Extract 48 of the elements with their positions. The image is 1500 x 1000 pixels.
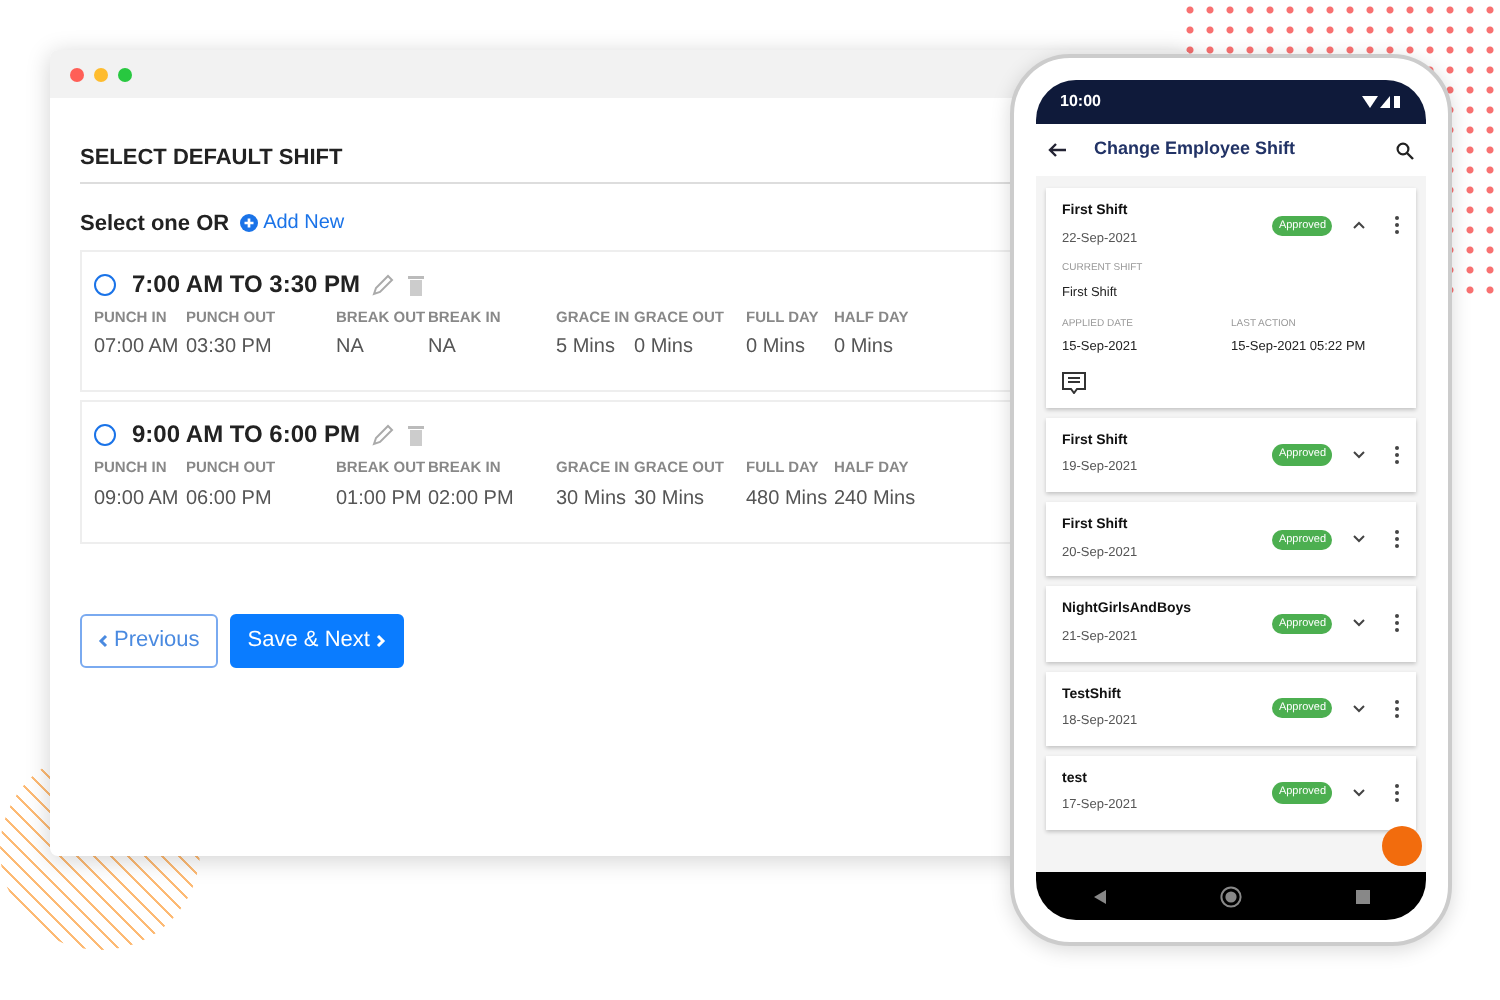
clock-text: 10:00 (1060, 90, 1101, 114)
field-value: 07:00 AM (94, 334, 181, 363)
add-new-link[interactable]: Add New (239, 208, 345, 239)
more-options-icon[interactable] (1394, 783, 1400, 802)
back-triangle-icon[interactable] (1093, 889, 1105, 903)
more-options-icon[interactable] (1394, 699, 1400, 718)
field-value: 0 Mins (634, 334, 695, 363)
field-value: 5 Mins (556, 334, 617, 363)
prompt-text: Select one OR (80, 209, 230, 239)
chevron-down-icon[interactable] (1352, 703, 1366, 714)
field-value: 240 Mins (834, 485, 918, 513)
home-circle-icon[interactable] (1219, 885, 1241, 907)
fab-button[interactable] (1382, 826, 1422, 866)
chevron-down-icon[interactable] (1352, 449, 1366, 460)
chevron-down-icon[interactable] (1352, 787, 1366, 798)
field-value: 30 Mins (556, 485, 629, 513)
field-value: 06:00 PM (186, 485, 274, 513)
chevron-left-icon (98, 633, 108, 647)
field-value: NA (428, 334, 458, 363)
back-arrow-icon[interactable] (1048, 142, 1066, 158)
plus-circle-icon (239, 214, 258, 233)
comment-icon[interactable] (1062, 371, 1086, 394)
field-value: NA (336, 334, 366, 363)
previous-button[interactable]: Previous (80, 613, 218, 667)
radio-button[interactable] (94, 423, 116, 446)
more-options-icon[interactable] (1394, 530, 1400, 549)
field-value: 0 Mins (746, 334, 807, 363)
chevron-right-icon (375, 633, 386, 647)
save-next-button[interactable]: Save & Next (229, 613, 404, 667)
field-value: 30 Mins (634, 485, 707, 513)
field-value: 03:30 PM (186, 334, 274, 363)
signal-battery-icon (1362, 95, 1402, 109)
more-options-icon[interactable] (1394, 614, 1400, 633)
field-value: 480 Mins (746, 485, 830, 513)
radio-button[interactable] (94, 273, 116, 295)
field-value: 01:00 PM (336, 485, 424, 513)
field-value: 02:00 PM (428, 485, 516, 513)
shift-title: 9:00 AM TO 6:00 PM (132, 418, 361, 453)
recents-square-icon[interactable] (1355, 889, 1369, 903)
shift-title: 7:00 AM TO 3:30 PM (132, 268, 361, 302)
search-icon[interactable] (1396, 141, 1414, 159)
more-options-icon[interactable] (1394, 445, 1400, 464)
chevron-down-icon[interactable] (1352, 534, 1366, 545)
field-value: 09:00 AM (94, 485, 181, 513)
chevron-down-icon[interactable] (1352, 618, 1366, 629)
field-value: 0 Mins (834, 334, 895, 363)
more-options-icon[interactable] (1394, 216, 1400, 235)
chevron-up-icon[interactable] (1352, 220, 1366, 231)
